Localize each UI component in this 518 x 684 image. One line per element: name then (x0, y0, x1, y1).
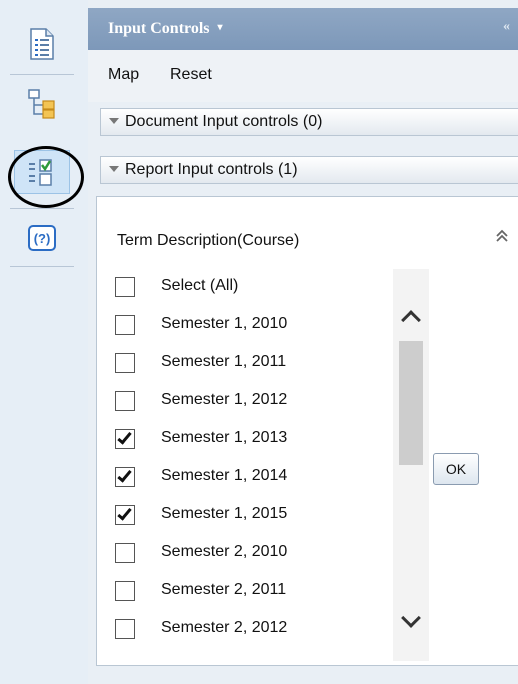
list-item[interactable]: Semester 1, 2011 (115, 353, 385, 391)
checkbox[interactable] (115, 353, 135, 373)
toolbar: Map Reset (88, 50, 518, 102)
tree-structure-icon (28, 89, 55, 119)
rail-separator (10, 208, 74, 209)
report-input-controls-header[interactable]: Report Input controls (1) (100, 156, 518, 184)
checkbox[interactable] (115, 315, 135, 335)
checkbox[interactable] (115, 391, 135, 411)
control-title: Term Description(Course) (117, 232, 300, 249)
list-item[interactable]: Semester 2, 2012 (115, 619, 385, 657)
term-description-control: Term Description(Course) Select (All) Se… (96, 196, 518, 666)
rail-separator (10, 266, 74, 267)
expand-triangle-icon (109, 166, 119, 172)
rail-document-button[interactable] (14, 22, 70, 66)
item-label: Semester 1, 2012 (161, 391, 288, 408)
list-item[interactable]: Semester 1, 2015 (115, 505, 385, 543)
section-label: Document Input controls (0) (125, 113, 323, 130)
item-label: Semester 2, 2012 (161, 619, 288, 636)
collapse-control-icon[interactable] (495, 229, 509, 243)
panel-title-dropdown-icon[interactable]: ▾ (218, 22, 223, 33)
item-label: Semester 1, 2014 (161, 467, 288, 484)
scrollbar-thumb[interactable] (399, 341, 423, 465)
reset-button[interactable]: Reset (170, 66, 212, 84)
item-label: Semester 2, 2010 (161, 543, 288, 560)
list-item[interactable]: Semester 2, 2011 (115, 581, 385, 619)
checkmark-icon (117, 505, 132, 521)
checkbox[interactable] (115, 543, 135, 563)
input-controls-panel: Input Controls ▾ « Map Reset Document Inp… (88, 0, 518, 684)
rail-help-button[interactable]: (?) (14, 216, 70, 260)
expand-triangle-icon (109, 118, 119, 124)
checkbox-checked[interactable] (115, 467, 135, 487)
document-icon (30, 28, 54, 60)
side-rail: (?) (0, 0, 88, 684)
vertical-scrollbar[interactable] (393, 269, 429, 661)
item-label: Select (All) (161, 277, 239, 294)
checkbox[interactable] (115, 619, 135, 639)
checkbox-checked[interactable] (115, 505, 135, 525)
panel-header: Input Controls ▾ « (88, 8, 518, 50)
list-item[interactable]: Semester 1, 2012 (115, 391, 385, 429)
rail-navigation-map-button[interactable] (14, 82, 70, 126)
scroll-down-icon[interactable] (401, 608, 421, 628)
help-icon: (?) (28, 225, 56, 251)
item-label: Semester 2, 2011 (161, 581, 287, 598)
term-checkbox-list: Select (All) Semester 1, 2010 Semester 1… (115, 277, 385, 657)
panel-title: Input Controls (108, 20, 210, 37)
list-item[interactable]: Semester 1, 2010 (115, 315, 385, 353)
rail-separator (10, 74, 74, 75)
ok-button[interactable]: OK (433, 453, 479, 485)
item-label: Semester 1, 2010 (161, 315, 288, 332)
checkbox[interactable] (115, 581, 135, 601)
scroll-up-icon[interactable] (401, 310, 421, 330)
checkmark-icon (117, 467, 132, 483)
list-item[interactable]: Semester 2, 2010 (115, 543, 385, 581)
document-input-controls-header[interactable]: Document Input controls (0) (100, 108, 518, 136)
list-item[interactable]: Semester 1, 2013 (115, 429, 385, 467)
map-button[interactable]: Map (108, 66, 139, 84)
checkbox[interactable] (115, 277, 135, 297)
list-item[interactable]: Select (All) (115, 277, 385, 315)
item-label: Semester 1, 2015 (161, 505, 288, 522)
item-label: Semester 1, 2013 (161, 429, 288, 446)
checkbox-checked[interactable] (115, 429, 135, 449)
list-item[interactable]: Semester 1, 2014 (115, 467, 385, 505)
collapse-panel-icon[interactable]: « (503, 19, 510, 35)
item-label: Semester 1, 2011 (161, 353, 287, 370)
annotation-circle (8, 146, 84, 208)
checkmark-icon (117, 429, 132, 445)
section-label: Report Input controls (1) (125, 161, 298, 178)
